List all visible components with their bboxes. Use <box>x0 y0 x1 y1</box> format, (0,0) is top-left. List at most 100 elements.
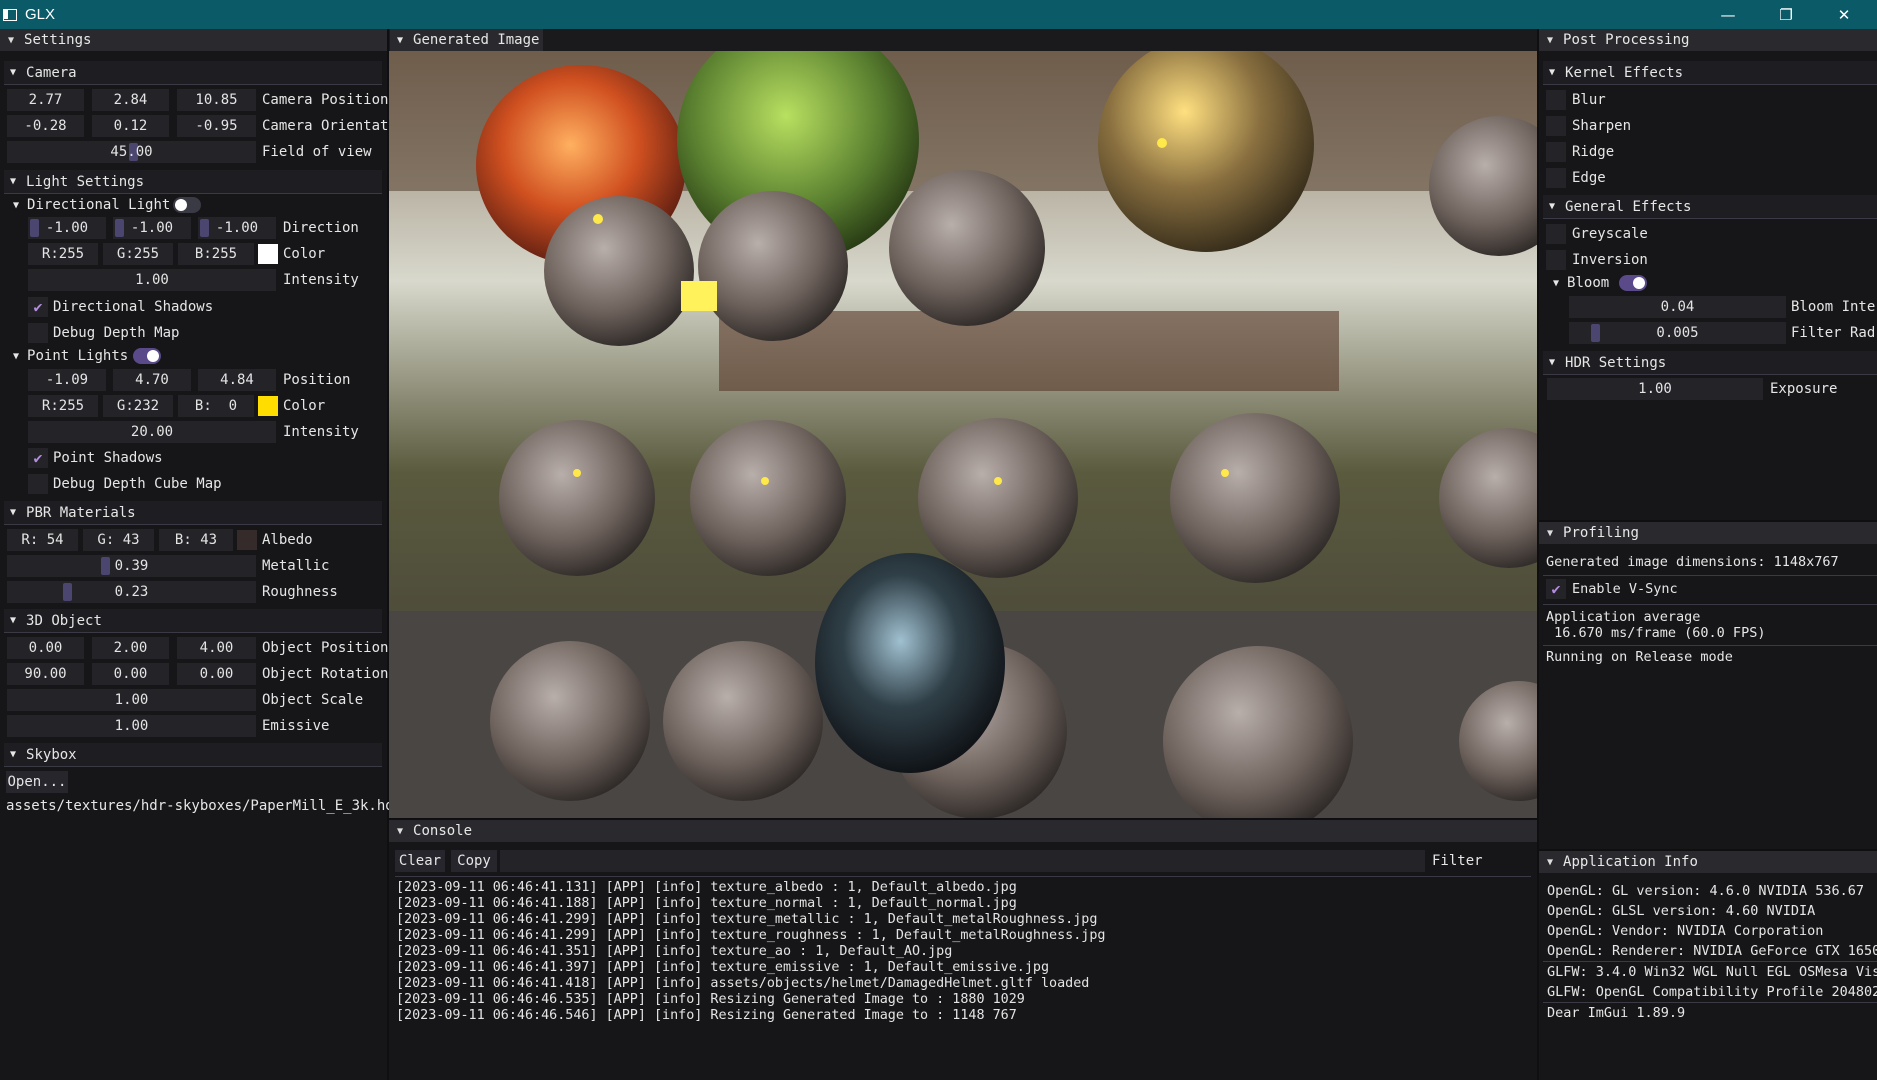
dir-light-direction-y[interactable]: -1.00 <box>113 217 191 239</box>
skybox-open-button[interactable]: Open... <box>6 771 68 793</box>
dir-light-color-r[interactable]: R:255 <box>28 243 98 265</box>
point-light-color-swatch[interactable] <box>258 396 278 416</box>
albedo-swatch[interactable] <box>237 530 257 550</box>
console-line: [2023-09-11 06:46:41.397] [APP] [info] t… <box>396 960 1050 975</box>
point-lights-node[interactable]: ▼ Point Lights <box>13 345 128 367</box>
bloom-toggle[interactable] <box>1619 275 1647 291</box>
point-lights-toggle[interactable] <box>133 348 161 364</box>
object-scale[interactable]: 1.00 <box>7 689 256 711</box>
roughness-slider[interactable]: 0.23 <box>7 581 256 603</box>
collapse-icon: ▼ <box>1553 277 1560 289</box>
object-position-y[interactable]: 2.00 <box>92 637 169 659</box>
debug-depth-cube-map-checkbox[interactable] <box>28 474 48 494</box>
greyscale-checkbox[interactable] <box>1546 224 1566 244</box>
app-info-line: OpenGL: GL version: 4.6.0 NVIDIA 536.67 <box>1547 883 1864 899</box>
console-filter-label: Filter <box>1432 853 1483 869</box>
light-settings-header[interactable]: ▼ Light Settings <box>4 170 382 194</box>
point-light-color-r[interactable]: R:255 <box>28 395 98 417</box>
camera-position-x[interactable]: 2.77 <box>7 89 84 111</box>
object-rotation-y[interactable]: 0.00 <box>92 663 169 685</box>
dir-light-color-b[interactable]: B:255 <box>178 243 254 265</box>
fov-label: Field of view <box>262 144 372 160</box>
exposure-value[interactable]: 1.00 <box>1547 378 1763 400</box>
metallic-slider[interactable]: 0.39 <box>7 555 256 577</box>
pbr-materials-header[interactable]: ▼ PBR Materials <box>4 501 382 525</box>
camera-orientation-x[interactable]: -0.28 <box>7 115 84 137</box>
slider-grab <box>63 583 72 601</box>
directional-light-node[interactable]: ▼ Directional Light <box>13 194 170 216</box>
dir-light-direction-x[interactable]: -1.00 <box>28 217 106 239</box>
settings-panel-title[interactable]: ▼ Settings <box>0 29 387 51</box>
albedo-r[interactable]: R: 54 <box>7 529 78 551</box>
camera-header[interactable]: ▼ Camera <box>4 61 382 85</box>
slider-grab <box>1591 324 1600 342</box>
dir-light-color-swatch[interactable] <box>258 244 278 264</box>
rendered-scene-image[interactable] <box>389 51 1537 818</box>
3d-object-header[interactable]: ▼ 3D Object <box>4 609 382 633</box>
skybox-path: assets/textures/hdr-skyboxes/PaperMill_E… <box>6 798 403 814</box>
vsync-checkbox[interactable]: ✔ <box>1546 579 1566 599</box>
albedo-b[interactable]: B: 43 <box>159 529 233 551</box>
close-button[interactable]: ✕ <box>1815 0 1873 29</box>
point-light-intensity[interactable]: 20.00 <box>28 421 276 443</box>
debug-depth-map-checkbox[interactable] <box>28 323 48 343</box>
inversion-checkbox[interactable] <box>1546 250 1566 270</box>
debug-depth-cube-map-label: Debug Depth Cube Map <box>53 476 222 492</box>
edge-label: Edge <box>1572 170 1606 186</box>
bloom-filter-radius[interactable]: 0.005 <box>1569 322 1786 344</box>
point-light-color-b[interactable]: B: 0 <box>178 395 254 417</box>
camera-orientation-y[interactable]: 0.12 <box>92 115 169 137</box>
point-shadows-checkbox[interactable]: ✔ <box>28 448 48 468</box>
fov-slider[interactable]: 45.00 <box>7 141 256 163</box>
bloom-node[interactable]: ▼ Bloom <box>1553 272 1609 294</box>
dir-light-color-g[interactable]: G:255 <box>103 243 173 265</box>
profiling-title[interactable]: ▼ Profiling <box>1539 522 1877 544</box>
app-info-line: OpenGL: GLSL version: 4.60 NVIDIA <box>1547 903 1816 919</box>
dir-light-intensity[interactable]: 1.00 <box>28 269 276 291</box>
emissive-value[interactable]: 1.00 <box>7 715 256 737</box>
minimize-button[interactable]: — <box>1699 0 1757 29</box>
blur-checkbox[interactable] <box>1546 90 1566 110</box>
app-icon <box>3 8 17 21</box>
console-panel-title[interactable]: ▼ Console <box>389 820 1537 842</box>
object-rotation-z[interactable]: 0.00 <box>177 663 256 685</box>
console-separator <box>395 876 1531 877</box>
object-rotation-x[interactable]: 90.00 <box>7 663 84 685</box>
hdr-settings-header[interactable]: ▼ HDR Settings <box>1543 351 1877 375</box>
generated-image-tab[interactable]: ▼ Generated Image <box>390 29 543 51</box>
collapse-icon: ▼ <box>10 749 17 760</box>
point-light-position-y[interactable]: 4.70 <box>113 369 191 391</box>
point-light-color-g[interactable]: G:232 <box>103 395 173 417</box>
collapse-icon: ▼ <box>1549 357 1556 368</box>
general-effects-header[interactable]: ▼ General Effects <box>1543 195 1877 219</box>
directional-shadows-checkbox[interactable]: ✔ <box>28 297 48 317</box>
object-position-z[interactable]: 4.00 <box>177 637 256 659</box>
console-copy-button[interactable]: Copy <box>451 850 497 872</box>
title-bar: GLX — ❐ ✕ <box>0 0 1877 29</box>
object-position-x[interactable]: 0.00 <box>7 637 84 659</box>
point-light-position-x[interactable]: -1.09 <box>28 369 106 391</box>
dir-light-direction-z[interactable]: -1.00 <box>198 217 276 239</box>
albedo-g[interactable]: G: 43 <box>83 529 154 551</box>
console-log[interactable]: [2023-09-11 06:46:41.131] [APP] [info] t… <box>396 880 1526 1024</box>
edge-checkbox[interactable] <box>1546 168 1566 188</box>
bloom-intensity[interactable]: 0.04 <box>1569 296 1786 318</box>
kernel-effects-header[interactable]: ▼ Kernel Effects <box>1543 61 1877 85</box>
sharpen-checkbox[interactable] <box>1546 116 1566 136</box>
app-info-line: GLFW: OpenGL Compatibility Profile 20480… <box>1547 984 1877 1000</box>
post-processing-title[interactable]: ▼ Post Processing <box>1539 29 1877 51</box>
directional-light-toggle[interactable] <box>173 197 201 213</box>
console-filter-input[interactable] <box>500 850 1425 872</box>
application-info-title[interactable]: ▼ Application Info <box>1539 851 1877 873</box>
dir-light-color-label: Color <box>283 246 326 262</box>
maximize-button[interactable]: ❐ <box>1757 0 1815 29</box>
console-clear-button[interactable]: Clear <box>395 850 445 872</box>
ridge-checkbox[interactable] <box>1546 142 1566 162</box>
fov-value: 45.00 <box>110 144 153 160</box>
camera-position-z[interactable]: 10.85 <box>177 89 256 111</box>
point-light-position-z[interactable]: 4.84 <box>198 369 276 391</box>
camera-orientation-z[interactable]: -0.95 <box>177 115 256 137</box>
camera-position-y[interactable]: 2.84 <box>92 89 169 111</box>
console-line: [2023-09-11 06:46:41.131] [APP] [info] t… <box>396 880 1017 895</box>
skybox-header[interactable]: ▼ Skybox <box>4 743 382 767</box>
